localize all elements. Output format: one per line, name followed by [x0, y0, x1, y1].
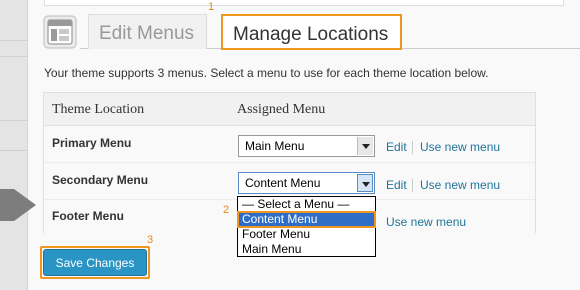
chevron-down-icon: [357, 137, 373, 155]
step-marker-2: 2: [223, 204, 230, 216]
column-header-location: Theme Location: [52, 102, 145, 117]
dropdown-option-footer-menu[interactable]: Footer Menu: [238, 227, 375, 242]
primary-menu-select-value: Main Menu: [245, 139, 305, 153]
current-menu-arrow-icon: [14, 189, 36, 221]
row-label-secondary: Secondary Menu: [52, 173, 149, 187]
dropdown-option-content-menu[interactable]: Content Menu: [237, 211, 376, 228]
top-notice-strip: [44, 0, 564, 6]
primary-edit-link[interactable]: Edit: [386, 140, 407, 154]
menu-dropdown-list: — Select a Menu — Content Menu Footer Me…: [237, 196, 376, 257]
link-separator: [412, 179, 413, 192]
secondary-menu-select-value: Content Menu: [245, 176, 321, 190]
table-header: Theme Location Assigned Menu: [44, 93, 535, 126]
row-label-footer: Footer Menu: [52, 209, 124, 223]
column-header-menu: Assigned Menu: [237, 102, 326, 117]
footer-use-new-menu-link[interactable]: Use new menu: [386, 215, 466, 229]
dropdown-option-placeholder[interactable]: — Select a Menu —: [238, 197, 375, 212]
tab-edit-menus[interactable]: Edit Menus: [88, 14, 207, 49]
chevron-down-icon: [357, 174, 373, 192]
tab-manage-locations[interactable]: Manage Locations: [221, 14, 402, 50]
link-separator: [412, 141, 413, 154]
secondary-use-new-menu-link[interactable]: Use new menu: [420, 178, 500, 192]
primary-use-new-menu-link[interactable]: Use new menu: [420, 140, 500, 154]
menus-screen-icon: [43, 15, 77, 49]
save-changes-button[interactable]: Save Changes: [43, 249, 147, 276]
secondary-edit-link[interactable]: Edit: [386, 178, 407, 192]
admin-sidebar-edge: [0, 0, 28, 290]
row-label-primary: Primary Menu: [52, 136, 132, 150]
secondary-menu-select[interactable]: Content Menu: [238, 172, 375, 194]
intro-text: Your theme supports 3 menus. Select a me…: [44, 66, 489, 80]
step-marker-1: 1: [208, 1, 215, 13]
dropdown-option-main-menu[interactable]: Main Menu: [238, 242, 375, 257]
primary-menu-select[interactable]: Main Menu: [238, 135, 375, 157]
step-marker-3: 3: [147, 234, 154, 246]
current-menu-marker: [0, 189, 14, 221]
